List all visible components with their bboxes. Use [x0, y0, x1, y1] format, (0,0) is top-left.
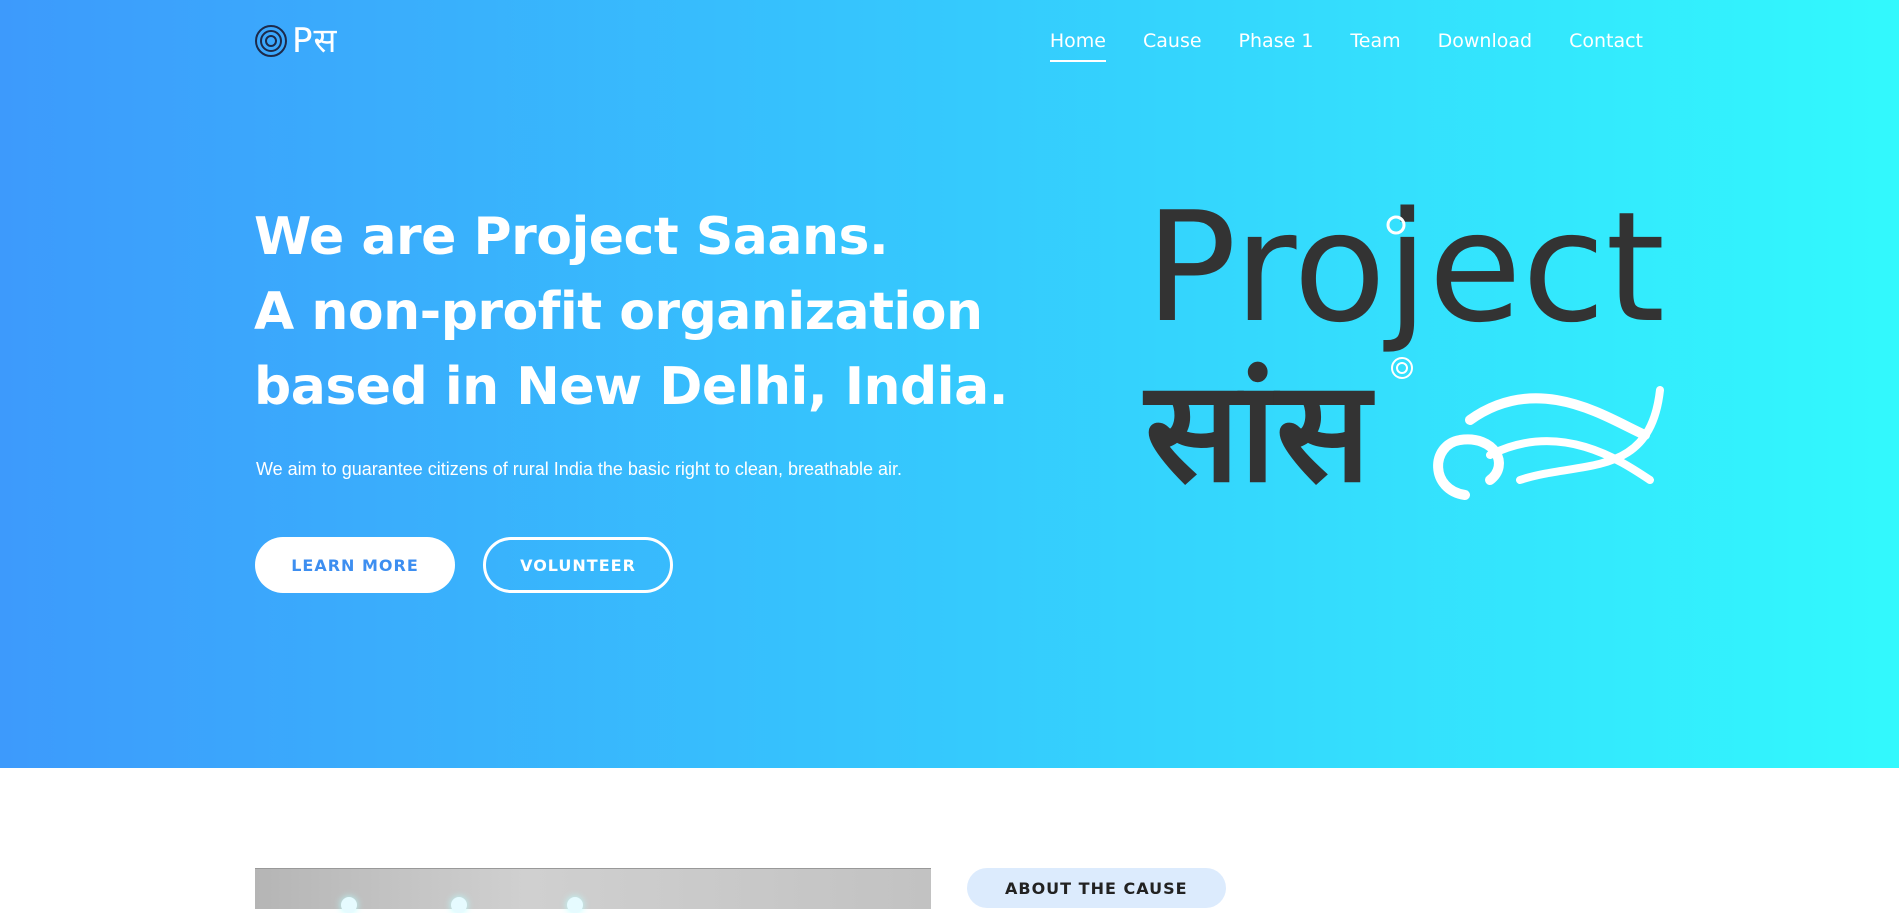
hero-section: Pस Home Cause Phase 1 Team Download Cont… [0, 0, 1899, 768]
volunteer-button[interactable]: VOLUNTEER [483, 537, 673, 593]
learn-more-button[interactable]: LEARN MORE [255, 537, 455, 593]
nav-phase-1[interactable]: Phase 1 [1239, 30, 1314, 62]
nav-team[interactable]: Team [1350, 30, 1400, 62]
concentric-circles-icon [255, 25, 287, 57]
small-spiral-icon [1391, 357, 1413, 379]
main-nav: Home Cause Phase 1 Team Download Contact [1049, 30, 1643, 62]
headline-line-3: based in New Delhi, India. [254, 357, 1008, 417]
wind-swirl-icon [1433, 386, 1664, 500]
light-bulb-icon [567, 897, 583, 913]
site-logo[interactable]: Pस [254, 24, 338, 58]
headline-line-1: We are Project Saans. [254, 207, 889, 267]
nav-download[interactable]: Download [1438, 30, 1532, 62]
nav-contact[interactable]: Contact [1569, 30, 1643, 62]
headline-line-2: A non-profit organization [254, 282, 983, 342]
nav-home[interactable]: Home [1049, 30, 1106, 62]
hero-subtitle: We aim to guarantee citizens of rural In… [256, 459, 903, 479]
about-cause-badge: ABOUT THE CAUSE [967, 868, 1226, 908]
brand-word-project: Project [1145, 180, 1665, 356]
nav-cause[interactable]: Cause [1143, 30, 1202, 62]
project-saans-brand-logo: Project सांस [1142, 180, 1665, 514]
hero-headline: We are Project Saans. A non-profit organ… [254, 200, 1014, 425]
logo-text: Pस [292, 21, 338, 61]
brand-word-saans: सांस [1142, 351, 1375, 514]
light-bulb-icon [451, 897, 467, 913]
light-bulb-icon [341, 897, 357, 913]
